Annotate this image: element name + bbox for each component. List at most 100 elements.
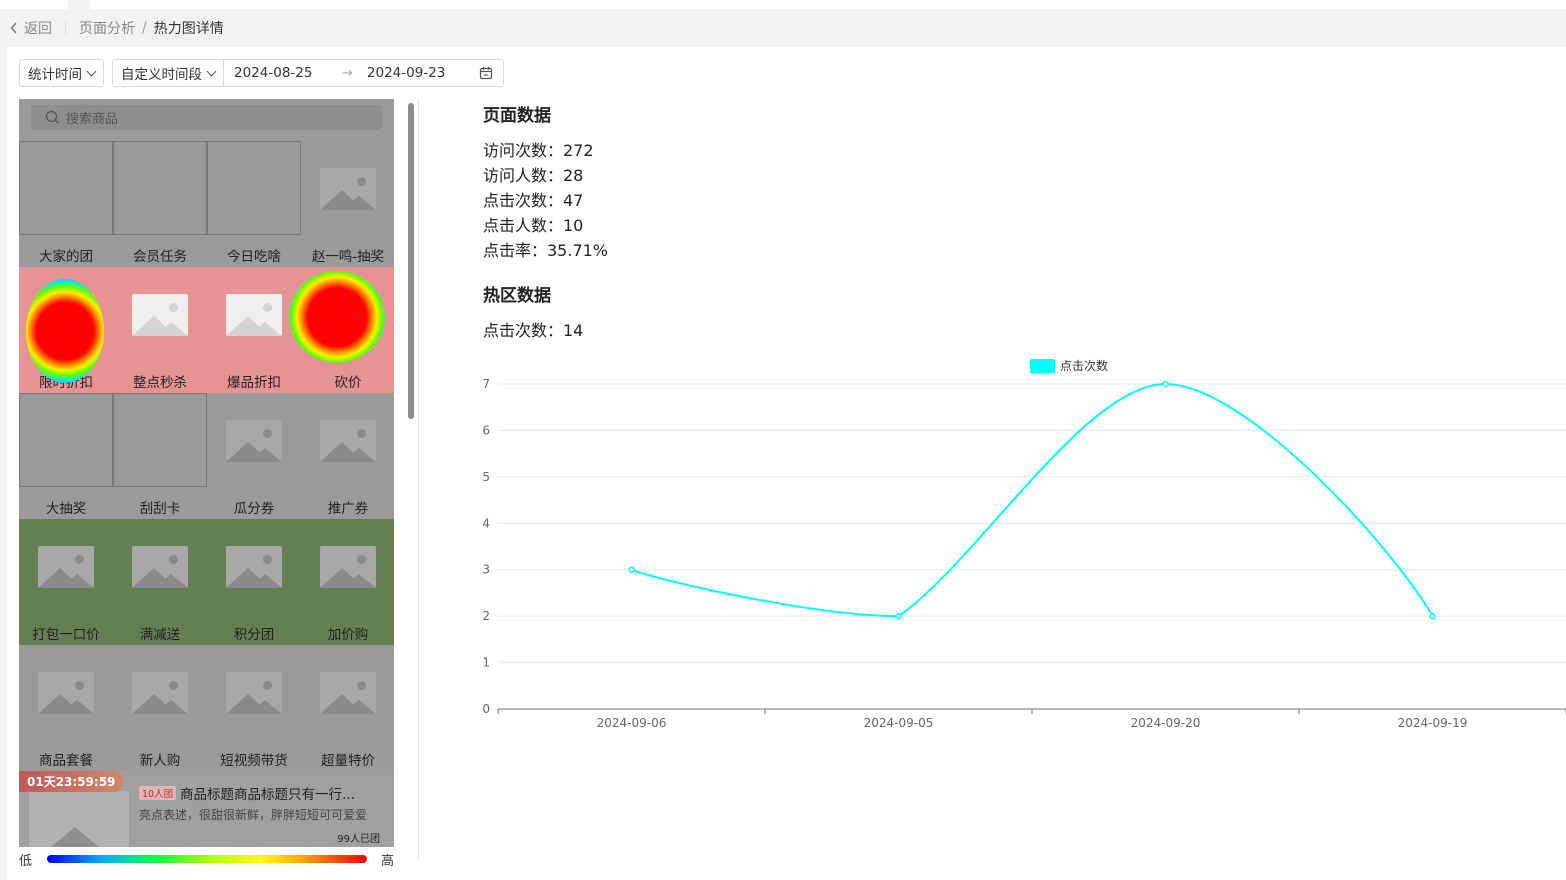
nav-row: 大家的团 会员任务 今日吃啥 赵一鸣-抽奖 (19, 141, 394, 267)
breadcrumb-separator: / (142, 20, 147, 36)
x-tick-label: 2024-09-20 (1131, 716, 1201, 730)
image-placeholder-icon (226, 672, 282, 714)
image-placeholder-icon (132, 546, 188, 588)
nav-item[interactable]: 推广券 (301, 393, 394, 519)
nav-item[interactable]: 大抽奖 (19, 393, 113, 519)
promo-card[interactable]: 01天23:59:59 10人团 商品标题商品标题只有一行... 亮点表述，很甜… (19, 771, 394, 847)
image-placeholder-icon (38, 546, 94, 588)
image-placeholder-icon (226, 294, 282, 336)
y-tick-label: 6 (482, 423, 490, 437)
legend-high: 高 (380, 853, 394, 869)
nav-item[interactable]: 满减送 (113, 519, 207, 645)
breadcrumb-current: 热力图详情 (153, 21, 224, 37)
image-placeholder-icon (132, 672, 188, 714)
nav-item-label: 刮刮卡 (139, 501, 181, 517)
y-tick-label: 5 (482, 470, 490, 484)
search-placeholder: 搜索商品 (66, 112, 119, 127)
x-tick-label: 2024-09-05 (864, 716, 934, 730)
nav-item-label: 新人购 (139, 753, 181, 769)
main-panel: 统计时间 自定义时间段 2024-08-25 → 2024-09-23 搜索商品… (7, 47, 1566, 880)
nav-item[interactable]: 大家的团 (19, 141, 113, 267)
nav-item[interactable]: 会员任务 (113, 141, 207, 267)
image-placeholder-icon (320, 420, 376, 462)
nav-item[interactable]: 赵一鸣-抽奖 (301, 141, 394, 267)
nav-item[interactable]: 商品套餐 (19, 645, 113, 771)
calendar-icon[interactable] (471, 66, 503, 80)
nav-row: 大抽奖 刮刮卡 瓜分券 推广券 (19, 393, 394, 519)
nav-item-label: 今日吃啥 (227, 249, 281, 265)
date-range-picker: 自定义时间段 2024-08-25 → 2024-09-23 (112, 59, 504, 87)
nav-item[interactable]: 积分团 (207, 519, 301, 645)
nav-item-label: 打包一口价 (32, 627, 100, 643)
start-date-input[interactable]: 2024-08-25 (224, 65, 338, 81)
image-placeholder-icon (132, 294, 188, 336)
back-button[interactable]: 返回 (10, 18, 52, 38)
data-point (1429, 612, 1436, 620)
stat-line: 访问次数：272 (483, 141, 594, 160)
top-strip (0, 0, 1566, 9)
range-type-select[interactable]: 自定义时间段 (113, 60, 224, 86)
nav-item-label: 爆品折扣 (227, 375, 281, 391)
countdown-badge: 01天23:59:59 (19, 771, 124, 792)
image-placeholder-icon (320, 672, 376, 714)
stat-line: 访问人数：28 (483, 166, 584, 185)
stat-line: 点击次数：14 (483, 321, 584, 340)
nav-item-label: 赵一鸣-抽奖 (311, 249, 385, 265)
top-strip-segment (0, 0, 68, 9)
nav-item[interactable]: 新人购 (113, 645, 207, 771)
stat-time-select[interactable]: 统计时间 (19, 59, 104, 87)
nav-row: 商品套餐 新人购 短视频带货 超量特价 (19, 645, 394, 771)
nav-item[interactable]: 瓜分券 (207, 393, 301, 519)
nav-item[interactable]: 打包一口价 (19, 519, 113, 645)
y-tick-label: 1 (482, 656, 490, 670)
product-title: 商品标题商品标题只有一行... (180, 787, 355, 803)
search-icon (45, 110, 59, 124)
search-input[interactable]: 搜索商品 (31, 105, 382, 130)
nav-item-label: 满减送 (139, 627, 181, 643)
nav-item-label: 加价购 (327, 627, 369, 643)
page-data-title: 页面数据 (483, 106, 551, 126)
placeholder-box (19, 141, 113, 235)
image-placeholder-icon (226, 420, 282, 462)
nav-item-label: 整点秒杀 (133, 375, 187, 391)
range-arrow-icon: → (342, 65, 353, 81)
chevron-left-icon (10, 22, 17, 34)
hot-data-title: 热区数据 (483, 286, 551, 306)
stat-line: 点击人数：10 (483, 216, 584, 235)
data-point (628, 566, 635, 573)
image-placeholder-icon (320, 546, 376, 588)
nav-item[interactable]: 刮刮卡 (113, 393, 207, 519)
nav-item-label: 会员任务 (133, 249, 187, 265)
click-line-chart: 0 1 2 3 4 5 6 7 2024-09-06 2024-09-05 2024-09-20 20… (482, 358, 1566, 730)
divider (65, 21, 66, 35)
stat-line: 点击次数：47 (483, 191, 584, 210)
nav-item[interactable]: 今日吃啥 (207, 141, 301, 267)
divider (418, 99, 419, 859)
nav-item[interactable]: 爆品折扣 (207, 267, 301, 393)
nav-item-label: 大家的团 (39, 249, 93, 265)
nav-item-label: 积分团 (233, 627, 275, 643)
placeholder-box (19, 393, 113, 487)
nav-item[interactable]: 加价购 (301, 519, 394, 645)
breadcrumb-parent[interactable]: 页面分析 (79, 18, 135, 38)
placeholder-box (113, 393, 207, 487)
nav-item[interactable]: 超量特价 (301, 645, 394, 771)
nav-row: 打包一口价 满减送 积分团 加价购 (19, 519, 394, 645)
y-tick-label: 3 (482, 563, 490, 577)
y-tick-label: 0 (482, 702, 490, 716)
legend-label: 点击次数 (1060, 358, 1108, 373)
nav-item[interactable]: 整点秒杀 (113, 267, 207, 393)
legend-low: 低 (19, 853, 33, 869)
scrollbar-thumb[interactable] (408, 103, 414, 419)
placeholder-box (207, 141, 301, 235)
legend-swatch (1030, 359, 1055, 373)
end-date-input[interactable]: 2024-09-23 (357, 65, 471, 81)
heat-gradient (47, 855, 367, 863)
nav-item-label: 短视频带货 (220, 753, 288, 769)
placeholder-box (113, 141, 207, 235)
back-label: 返回 (24, 21, 52, 37)
chevron-down-icon (86, 66, 97, 76)
nav-item[interactable]: 短视频带货 (207, 645, 301, 771)
joined-count: 99人已团 (337, 834, 380, 845)
scrollbar[interactable] (406, 103, 414, 853)
